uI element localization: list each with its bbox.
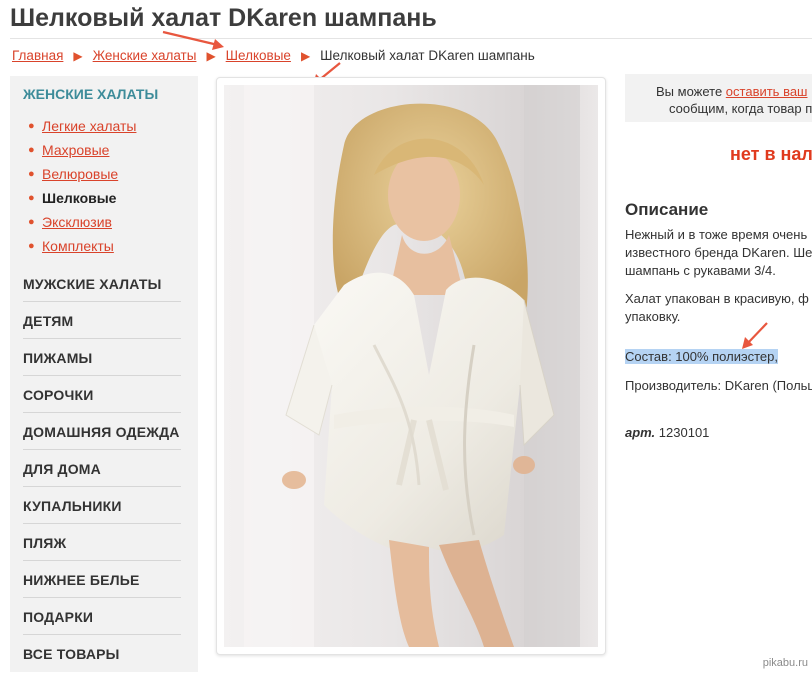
description-line: Халат упакован в красивую, ф <box>625 291 809 306</box>
subcategory-item: ● Комплекты <box>28 234 136 258</box>
sidebar-category-title[interactable]: ЖЕНСКИЕ ХАЛАТЫ <box>23 86 158 102</box>
subcategory-link-velour[interactable]: Велюровые <box>42 166 118 182</box>
sidebar: ЖЕНСКИЕ ХАЛАТЫ ● Легкие халаты ● Махровые … <box>10 76 198 672</box>
sidebar-item-gifts[interactable]: ПОДАРКИ <box>23 599 181 635</box>
packaging-text: Халат упакован в красивую, ф упаковку. <box>625 290 809 326</box>
sidebar-item-swimwear[interactable]: КУПАЛЬНИКИ <box>23 488 181 524</box>
bullet-icon: ● <box>28 216 35 228</box>
bullet-icon: ● <box>28 144 35 156</box>
article-label: арт. <box>625 425 656 440</box>
stock-notice-prefix: Вы можете <box>656 84 726 99</box>
sidebar-item-kids[interactable]: ДЕТЯМ <box>23 303 181 339</box>
annotation-arrow-icon <box>162 30 224 50</box>
notify-me-link[interactable]: оставить ваш <box>726 84 808 99</box>
description-line: упаковку. <box>625 309 681 324</box>
subcategory-active-silk[interactable]: Шелковые <box>42 190 116 206</box>
product-photo <box>224 85 598 647</box>
main-category-list: МУЖСКИЕ ХАЛАТЫ ДЕТЯМ ПИЖАМЫ СОРОЧКИ ДОМА… <box>23 266 181 673</box>
stock-notice-line1: Вы можете оставить ваш <box>656 84 808 99</box>
watermark: pikabu.ru <box>762 657 808 669</box>
title-divider <box>10 38 812 39</box>
article-number: арт. 1230101 <box>625 424 709 442</box>
stock-notice-line2: сообщим, когда товар п <box>669 101 812 116</box>
subcategory-item: ● Шелковые <box>28 186 136 210</box>
description-text: Нежный и в тоже время очень известного б… <box>625 226 812 280</box>
breadcrumb: Главная ▶ Женские халаты ▶ Шелковые ▶ Ше… <box>12 48 535 63</box>
subcategory-item: ● Эксклюзив <box>28 210 136 234</box>
bullet-icon: ● <box>28 120 35 132</box>
description-line: шампань с рукавами 3/4. <box>625 263 776 278</box>
sidebar-item-lingerie[interactable]: НИЖНЕЕ БЕЛЬЕ <box>23 562 181 598</box>
sidebar-item-for-home[interactable]: ДЛЯ ДОМА <box>23 451 181 487</box>
composition-text: Состав: 100% полиэстер, <box>625 348 778 366</box>
breadcrumb-subcategory-link[interactable]: Шелковые <box>226 48 291 63</box>
manufacturer-text: Производитель: DKaren (Польш <box>625 378 812 393</box>
product-image-frame[interactable] <box>216 77 606 655</box>
stock-notice: Вы можете оставить ваш сообщим, когда то… <box>625 74 812 122</box>
breadcrumb-separator-icon: ▶ <box>73 48 83 63</box>
sidebar-item-homewear[interactable]: ДОМАШНЯЯ ОДЕЖДА <box>23 414 181 450</box>
article-value: 1230101 <box>658 425 710 440</box>
bullet-icon: ● <box>28 192 35 204</box>
breadcrumb-home-link[interactable]: Главная <box>12 48 63 63</box>
subcategory-list: ● Легкие халаты ● Махровые ● Велюровые ● Шел… <box>28 114 136 258</box>
sidebar-item-beach[interactable]: ПЛЯЖ <box>23 525 181 561</box>
subcategory-link-sets[interactable]: Комплекты <box>42 238 114 254</box>
subcategory-link-terry[interactable]: Махровые <box>42 142 109 158</box>
sidebar-item-nightgowns[interactable]: СОРОЧКИ <box>23 377 181 413</box>
composition-highlight: Состав: 100% полиэстер, <box>625 349 778 364</box>
sidebar-item-pajamas[interactable]: ПИЖАМЫ <box>23 340 181 376</box>
sidebar-item-mens-robes[interactable]: МУЖСКИЕ ХАЛАТЫ <box>23 266 181 302</box>
bullet-icon: ● <box>28 240 35 252</box>
subcategory-item: ● Легкие халаты <box>28 114 136 138</box>
stock-status: нет в нал <box>730 144 812 164</box>
breadcrumb-current: Шелковый халат DKaren шампань <box>320 48 535 63</box>
description-heading: Описание <box>625 200 709 219</box>
bullet-icon: ● <box>28 168 35 180</box>
subcategory-link-exclusive[interactable]: Эксклюзив <box>42 214 112 230</box>
description-line: Нежный и в тоже время очень <box>625 227 808 242</box>
subcategory-item: ● Велюровые <box>28 162 136 186</box>
subcategory-item: ● Махровые <box>28 138 136 162</box>
sidebar-item-all-products[interactable]: ВСЕ ТОВАРЫ <box>23 636 181 672</box>
subcategory-link-light[interactable]: Легкие халаты <box>42 118 136 134</box>
description-line: известного бренда DKaren. Ше <box>625 245 812 260</box>
